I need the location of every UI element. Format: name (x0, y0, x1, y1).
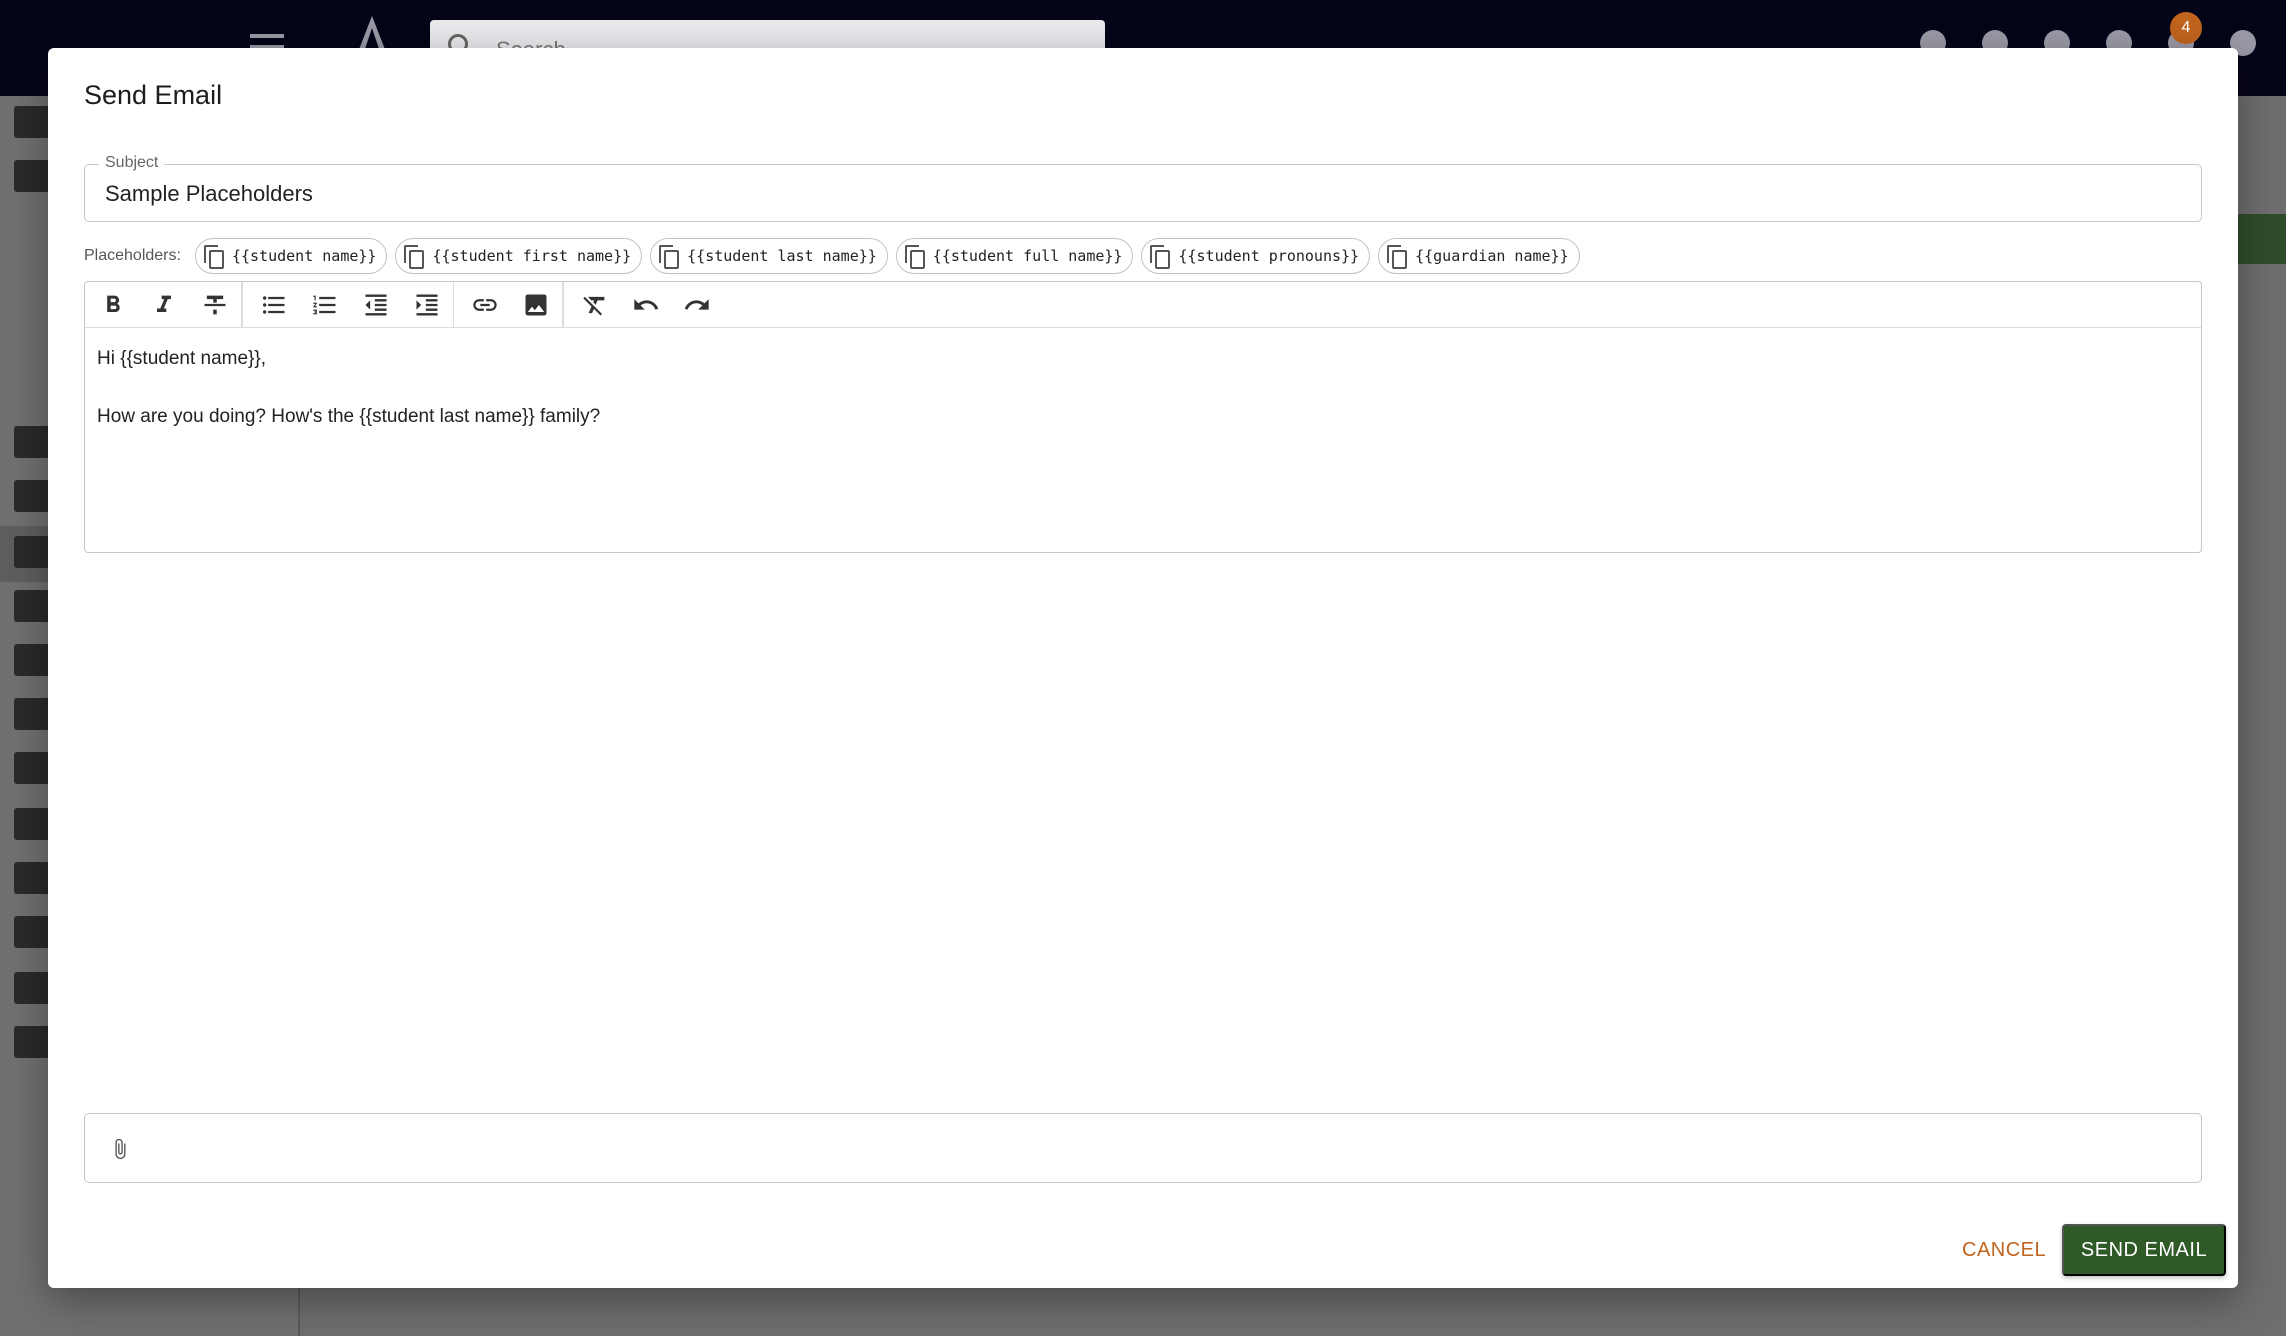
placeholders-bar: Placeholders: {{student name}} {{student… (84, 238, 1580, 274)
document-icon[interactable] (14, 862, 50, 894)
send-email-button[interactable]: SEND EMAIL (2062, 1224, 2226, 1276)
mail-icon[interactable] (14, 916, 50, 948)
email-body-editor[interactable]: Hi {{student name}}, How are you doing? … (97, 344, 600, 431)
placeholder-chip-label: {{student pronouns}} (1178, 247, 1360, 265)
copy-icon (1150, 245, 1171, 269)
copy-icon (904, 245, 925, 269)
indent-icon[interactable] (407, 287, 447, 323)
toolbar-divider (241, 281, 243, 328)
rich-text-editor: Hi {{student name}}, How are you doing? … (84, 281, 2202, 553)
dashboard-icon[interactable] (14, 106, 50, 138)
notification-badge: 4 (2170, 12, 2202, 44)
subject-input[interactable]: Sample Placeholders (105, 181, 313, 207)
email-body-line: Hi {{student name}}, (97, 348, 267, 369)
undo-icon[interactable] (626, 287, 666, 323)
placeholder-chip[interactable]: {{guardian name}} (1378, 238, 1580, 274)
attachment-field[interactable] (84, 1113, 2202, 1183)
attendance-icon[interactable] (14, 536, 50, 568)
placeholder-chip[interactable]: {{student pronouns}} (1141, 238, 1371, 274)
image-icon[interactable] (516, 287, 556, 323)
placeholder-chip[interactable]: {{student full name}} (895, 238, 1134, 274)
placeholders-label: Placeholders: (84, 247, 181, 264)
bold-icon[interactable] (93, 287, 133, 323)
checklist-icon[interactable] (14, 590, 50, 622)
numbered-list-icon[interactable] (305, 287, 345, 323)
copy-icon (203, 245, 224, 269)
toolbar-divider (562, 281, 564, 328)
list-icon[interactable] (14, 644, 50, 676)
merge-icon[interactable] (14, 752, 50, 784)
outdent-icon[interactable] (356, 287, 396, 323)
placeholder-chip[interactable]: {{student first name}} (395, 238, 643, 274)
signature-icon[interactable] (14, 1026, 50, 1058)
dialog-title: Send Email (84, 80, 223, 110)
placeholder-chip-label: {{student first name}} (432, 247, 632, 265)
toolbar-divider (452, 281, 454, 328)
italic-icon[interactable] (144, 287, 184, 323)
people-icon[interactable] (14, 160, 50, 192)
columns-icon[interactable] (14, 480, 50, 512)
send-email-dialog: Send Email Subject Sample Placeholders P… (48, 48, 2238, 1288)
copy-icon (404, 245, 425, 269)
strikethrough-icon[interactable] (195, 287, 235, 323)
clear-format-icon[interactable] (575, 287, 615, 323)
placeholder-chip[interactable]: {{student last name}} (650, 238, 888, 274)
bulleted-list-icon[interactable] (254, 287, 294, 323)
subject-field[interactable]: Subject Sample Placeholders (84, 154, 2202, 222)
redo-icon[interactable] (677, 287, 717, 323)
billing-icon[interactable] (14, 972, 50, 1004)
copy-icon (659, 245, 680, 269)
subject-label: Subject (99, 154, 165, 172)
placeholder-chip[interactable]: {{student name}} (194, 238, 388, 274)
placeholder-chip-label: {{student full name}} (932, 247, 1123, 265)
copy-icon (1387, 245, 1408, 269)
placeholder-chip-label: {{student name}} (231, 247, 377, 265)
link-icon[interactable] (465, 287, 505, 323)
background-action-button[interactable] (2236, 214, 2286, 264)
courses-icon[interactable] (14, 426, 50, 458)
email-body-line: How are you doing? How's the {{student l… (97, 406, 601, 427)
cancel-button[interactable]: CANCEL (1948, 1224, 2060, 1276)
editor-toolbar (85, 281, 2201, 328)
paperclip-icon[interactable] (109, 1136, 131, 1162)
placeholder-chip-label: {{guardian name}} (1415, 247, 1569, 265)
book-icon[interactable] (14, 808, 50, 840)
media-icon[interactable] (14, 698, 50, 730)
placeholder-chip-label: {{student last name}} (687, 247, 877, 265)
